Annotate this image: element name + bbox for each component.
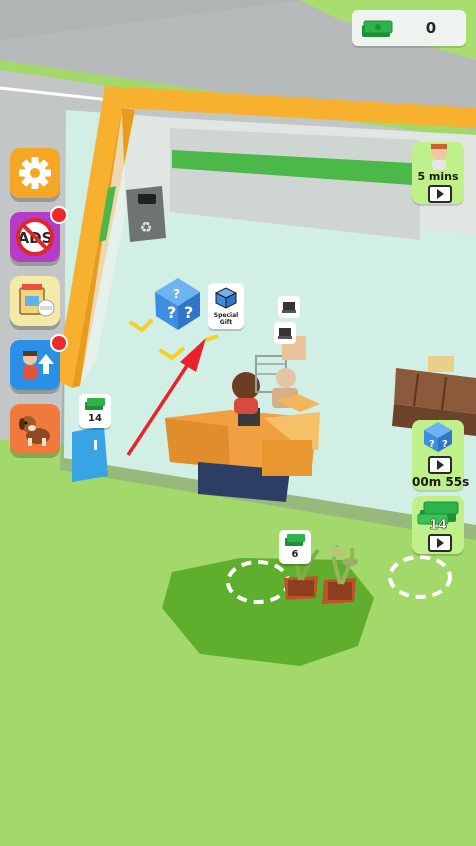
mystery-box-timer: 00m 55s (412, 475, 470, 489)
cash-stack-icon (85, 398, 105, 410)
svg-text:?: ? (184, 303, 193, 322)
counter-price: 14 (88, 413, 102, 424)
notification-dot (50, 206, 68, 224)
special-gift-text: Special Gift (213, 312, 239, 326)
upgrade-staff-button[interactable] (10, 334, 68, 390)
hire-helper-reward[interactable]: 5 mins (412, 142, 464, 204)
svg-text:♻: ♻ (140, 220, 153, 236)
video-ad-icon (428, 456, 452, 474)
svg-text:?: ? (167, 303, 176, 322)
video-ad-icon (428, 185, 452, 203)
settings-button[interactable] (10, 148, 60, 198)
shop-button[interactable] (10, 276, 60, 326)
pet-button[interactable] (10, 404, 60, 454)
mystery-box-reward[interactable]: ? ? 00m 55s (412, 420, 470, 490)
plant-price: 6 (291, 549, 299, 560)
no-ads-button[interactable]: ADS (10, 206, 68, 262)
plant-price-tag: 6 (279, 530, 311, 564)
register-icon (274, 322, 296, 344)
helper-avatar-icon (431, 144, 447, 170)
svg-text:?: ? (429, 439, 435, 450)
svg-text:?: ? (173, 287, 180, 301)
notification-dot (50, 334, 68, 352)
counter-price-tag: 14 (79, 394, 111, 428)
cash-amount: 0 (425, 19, 437, 37)
helper-timer: 5 mins (417, 170, 459, 183)
special-gift-label[interactable]: Special Gift (208, 283, 244, 329)
cash-stack-icon (362, 20, 393, 37)
gift-box-icon (215, 287, 237, 309)
game-world: ♻ ? ? ? (0, 0, 476, 846)
cash-counter: 0 (352, 10, 466, 46)
svg-text:?: ? (442, 439, 448, 450)
cash-stack-icon (285, 534, 305, 546)
cash-reward-amount: 14 (428, 518, 448, 534)
gear-icon (19, 157, 51, 189)
mystery-box-icon: ? ? (424, 422, 452, 452)
cash-reward[interactable]: 14 (412, 496, 464, 554)
shop-icon (19, 284, 55, 317)
video-ad-icon (428, 534, 452, 552)
register-icon (278, 296, 300, 318)
dog-icon (19, 416, 50, 446)
